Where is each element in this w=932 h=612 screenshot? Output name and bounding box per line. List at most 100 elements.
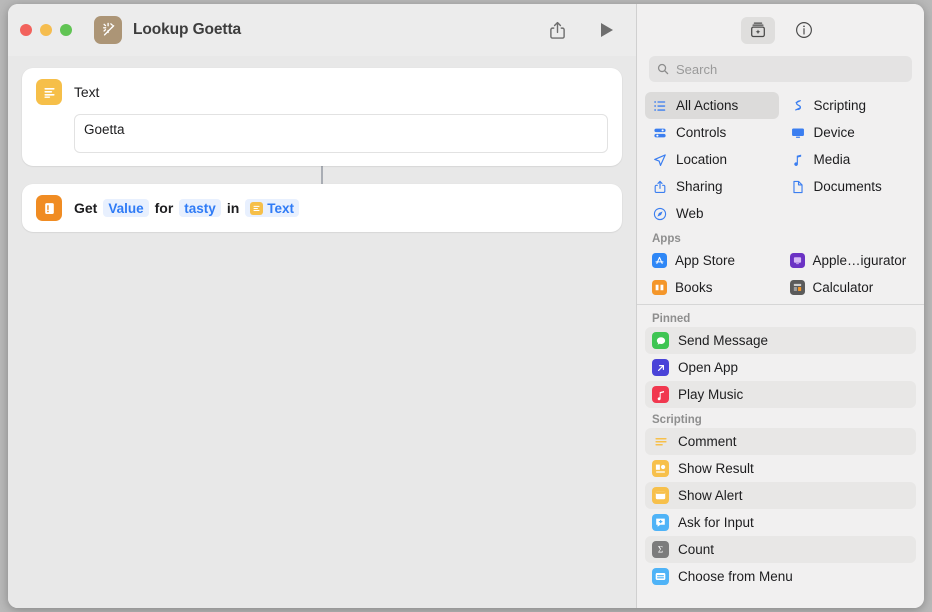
token-key[interactable]: tasty [179,199,221,217]
app-label: App Store [675,253,736,268]
app-store-icon [652,253,667,268]
books-icon [652,280,667,295]
app-label: Calculator [812,280,874,295]
app-item-calculator[interactable]: Calculator [783,274,917,301]
in-keyword: in [226,200,240,216]
open-app-arrow-icon [652,359,669,376]
list-item-play-music[interactable]: Play Music [645,381,916,408]
list-item-show-alert[interactable]: Show Alert [645,482,916,509]
category-media[interactable]: Media [783,146,917,173]
shortcuts-window: Lookup Goetta Text Goetta Get Value for … [8,4,924,608]
share-icon[interactable] [542,16,572,44]
list-item-label: Send Message [678,333,769,348]
token-text-variable[interactable]: Text [245,199,300,217]
page-title: Lookup Goetta [133,21,242,38]
list-item-ask-for-input[interactable]: Ask for Input [645,509,916,536]
music-note-red-icon [652,386,669,403]
minimize-button[interactable] [40,24,52,36]
play-icon[interactable] [592,16,622,44]
app-item-books[interactable]: Books [645,274,779,301]
category-label: All Actions [676,98,739,113]
list-item-label: Play Music [678,387,744,402]
action-header: Text [36,79,608,105]
category-label: Location [676,152,728,167]
app-label: Books [675,280,713,295]
category-location[interactable]: Location [645,146,779,173]
zoom-button[interactable] [60,24,72,36]
category-controls[interactable]: Controls [645,119,779,146]
workflow-canvas[interactable]: Text Goetta Get Value for tasty in Text [8,56,636,608]
ask-for-input-icon [652,514,669,531]
action-connector-line [321,166,323,184]
list-item-label: Comment [678,434,737,449]
category-device[interactable]: Device [783,119,917,146]
list-item-open-app[interactable]: Open App [645,354,916,381]
for-keyword: for [154,200,174,216]
choose-from-menu-icon [652,568,669,585]
list-icon [652,99,668,113]
info-icon[interactable] [787,17,821,44]
display-icon [790,126,806,140]
sidebar-toolbar [637,4,924,56]
text-lines-icon [250,201,264,215]
search-icon [657,63,669,75]
apps-grid: App Store Apple…igurator Books Calculato… [637,247,924,301]
get-keyword: Get [74,200,98,216]
search-input[interactable]: Search [649,56,912,82]
token-text-label: Text [267,200,295,216]
scripting-section-label: Scripting [652,414,702,426]
action-list[interactable]: Pinned Send Message Open App Play Music [637,305,924,608]
list-item-label: Ask for Input [678,515,754,530]
action-library-icon[interactable] [740,16,775,44]
svg-text:Σ: Σ [658,545,663,555]
token-value[interactable]: Value [103,199,149,217]
app-item-app-store[interactable]: App Store [645,247,779,274]
list-item-comment[interactable]: Comment [645,428,916,455]
category-all-actions[interactable]: All Actions [645,92,779,119]
action-parameter-line: Get Value for tasty in Text [74,199,300,217]
category-label: Web [676,206,704,221]
list-item-send-message[interactable]: Send Message [645,327,916,354]
action-card-text[interactable]: Text Goetta [22,68,622,166]
apps-section-clipped: App Store Apple…igurator Books Calculato… [637,247,924,305]
category-web[interactable]: Web [645,200,779,227]
category-sharing[interactable]: Sharing [645,173,779,200]
list-item-label: Count [678,542,715,557]
category-label: Device [813,125,855,140]
shortcut-editor-pane: Lookup Goetta Text Goetta Get Value for … [8,4,636,608]
list-item-label: Show Result [678,461,754,476]
list-item-count[interactable]: Σ Count [645,536,916,563]
controls-icon [652,126,668,140]
list-item-label: Open App [678,360,739,375]
traffic-lights [20,24,72,36]
list-item-choose-from-menu[interactable]: Choose from Menu [645,563,916,590]
category-label: Scripting [813,98,867,113]
text-input-field[interactable]: Goetta [74,114,608,153]
pinned-section-label: Pinned [652,313,691,325]
message-bubble-icon [652,332,669,349]
show-alert-icon [652,487,669,504]
close-button[interactable] [20,24,32,36]
category-label: Documents [813,179,882,194]
category-documents[interactable]: Documents [783,173,917,200]
apps-section-label: Apps [652,233,681,245]
category-label: Controls [676,125,727,140]
comment-lines-icon [652,433,669,450]
location-arrow-icon [652,153,668,167]
category-scripting[interactable]: Scripting [783,92,917,119]
action-library-sidebar: Search All Actions Scripting Controls De… [636,4,924,608]
app-item-apple-configurator[interactable]: Apple…igurator [783,247,917,274]
category-grid: All Actions Scripting Controls Device Lo… [637,92,924,227]
count-sigma-icon: Σ [652,541,669,558]
dictionary-icon [36,195,62,221]
list-item-show-result[interactable]: Show Result [645,455,916,482]
apple-configurator-icon [789,253,805,268]
list-item-label: Choose from Menu [678,569,793,584]
magic-wand-icon[interactable] [94,16,122,44]
window-titlebar: Lookup Goetta [8,4,636,56]
show-result-icon [652,460,669,477]
search-placeholder: Search [676,61,718,77]
category-label: Sharing [676,179,723,194]
action-card-get-dictionary-value[interactable]: Get Value for tasty in Text [22,184,622,232]
action-title: Text [74,84,100,100]
